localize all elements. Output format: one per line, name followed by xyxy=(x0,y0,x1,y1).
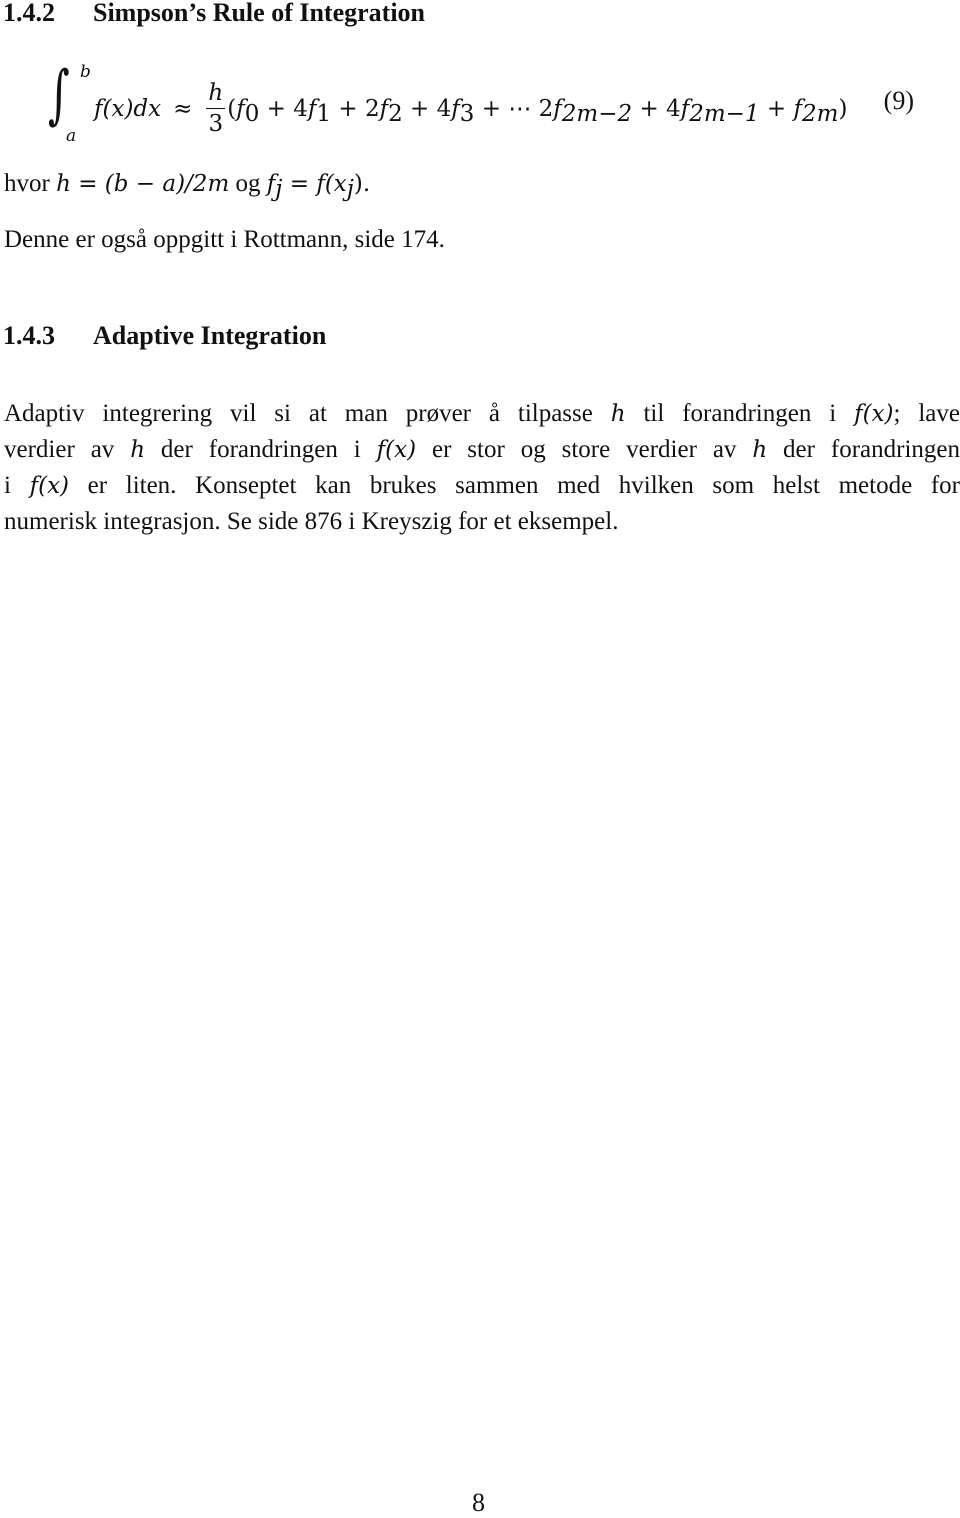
fraction-numerator: h xyxy=(206,78,226,109)
term-0-sub: 0 xyxy=(244,101,260,128)
where-prefix: hvor xyxy=(4,170,57,197)
fraction-h-over-3: h 3 xyxy=(206,78,226,139)
text-run: i xyxy=(4,472,30,499)
where-end: ). xyxy=(353,171,371,197)
approx-symbol: ≈ xyxy=(173,96,193,123)
term-0-coef: ( xyxy=(227,96,237,123)
where-line: hvor h = (b − a)/2m og fj = f(xj). xyxy=(4,170,371,201)
term-3-sub: 3 xyxy=(459,101,475,128)
term-2-sub: 2 xyxy=(388,101,403,128)
h-definition: h = (b − a)/2m xyxy=(56,171,230,197)
text-run: der forandringen xyxy=(767,436,960,463)
term-6-f: f xyxy=(793,96,802,123)
term-2-coef: + 2 xyxy=(331,96,380,123)
math-fx: f(x) xyxy=(29,473,70,499)
term-4-sub: 2m−2 xyxy=(561,101,633,128)
math-h: h xyxy=(130,437,146,463)
integral-upper-limit: b xyxy=(80,62,91,82)
section-title: Simpson’s Rule of Integration xyxy=(93,0,426,27)
term-1-coef: + 4 xyxy=(259,96,308,123)
fj-f: f xyxy=(266,171,276,197)
paragraph-line-4: numerisk integrasjon. Se side 876 i Krey… xyxy=(4,508,619,535)
text-run: ; lave xyxy=(893,400,960,427)
text-run: verdier av xyxy=(4,436,131,463)
term-5-f: f xyxy=(680,96,690,123)
closing-paren: ) xyxy=(838,96,848,123)
text-run: til forandringen i xyxy=(625,400,855,427)
paragraph-line-2: verdier av h der forandringen i f(x) er … xyxy=(4,432,960,468)
term-1-sub: 1 xyxy=(316,101,332,128)
text-run: er stor og store verdier av xyxy=(416,436,753,463)
math-fx: f(x) xyxy=(854,401,894,427)
section-heading-adaptive: 1.4.3 Adaptive Integration xyxy=(3,321,326,351)
term-6-coef: + xyxy=(759,96,794,123)
adaptive-paragraph: Adaptiv integrering vil si at man prøver… xyxy=(4,396,960,540)
term-5-sub: 2m−1 xyxy=(689,101,760,128)
og-word: og xyxy=(229,170,267,197)
section-title: Adaptive Integration xyxy=(93,321,327,350)
text-run: er liten. Konseptet kan brukes sammen me… xyxy=(69,472,960,499)
section-number: 1.4.2 xyxy=(3,0,55,27)
reference-line: Denne er også oppgitt i Rottmann, side 1… xyxy=(4,226,445,253)
term-3-f: f xyxy=(451,96,460,123)
equation-number: (9) xyxy=(883,86,914,115)
integrand: f(x)dx xyxy=(94,96,162,123)
page-number: 8 xyxy=(472,1488,485,1517)
term-4-f: f xyxy=(553,96,562,123)
text-run: der forandringen i xyxy=(145,436,377,463)
term-6-sub: 2m xyxy=(801,101,839,128)
term-2-f: f xyxy=(379,96,389,123)
section-heading-simpson: 1.4.2 Simpson’s Rule of Integration xyxy=(3,0,425,28)
section-number: 1.4.3 xyxy=(3,321,55,350)
text-run: Adaptiv integrering vil si at man prøver… xyxy=(4,400,611,427)
integral-sign-icon: ∫ xyxy=(48,58,70,132)
paragraph-line-1: Adaptiv integrering vil si at man prøver… xyxy=(4,396,960,432)
term-5-coef: + 4 xyxy=(632,96,681,123)
term-4-coef: + ⋯ 2 xyxy=(474,96,554,123)
fj-rest: = f(x xyxy=(282,171,347,197)
math-h: h xyxy=(752,437,768,463)
math-h: h xyxy=(610,401,626,427)
term-0-f: f xyxy=(236,96,245,123)
paragraph-line-3: i f(x) er liten. Konseptet kan brukes sa… xyxy=(4,468,960,504)
term-3-coef: + 4 xyxy=(402,96,452,123)
simpson-equation: ∫ b a f(x)dx ≈ h 3 (f0 + 4f1 + 2f2 + 4f3… xyxy=(44,58,914,148)
fraction-denominator: 3 xyxy=(208,111,224,137)
xj-sub: j xyxy=(346,176,354,202)
integral-lower-limit: a xyxy=(66,126,77,146)
math-fx: f(x) xyxy=(376,437,417,463)
